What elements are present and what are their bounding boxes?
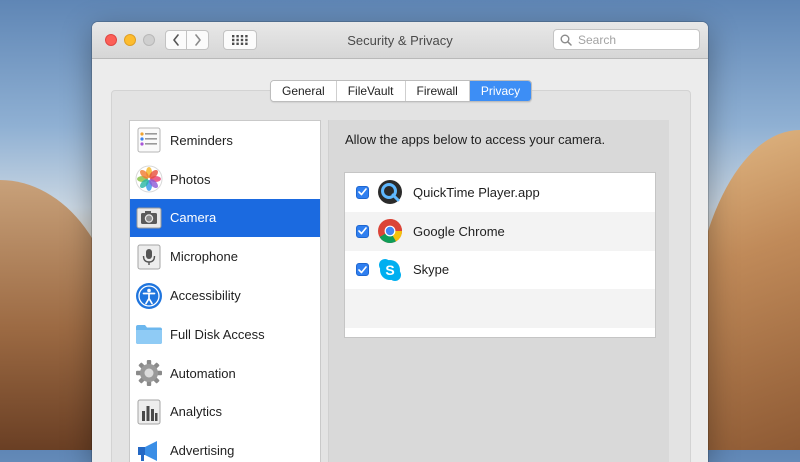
sidebar-item-label: Analytics [170,404,223,420]
sidebar-item-analytics[interactable]: Analytics [130,393,320,432]
search-field[interactable] [553,29,700,50]
sidebar-item-label: Automation [170,365,236,381]
list-item-empty [345,289,655,329]
checkmark-icon [358,227,367,235]
checkmark-icon [358,188,367,196]
sidebar-item-camera[interactable]: Camera [130,198,320,238]
sidebar-item-label: Microphone [170,249,238,265]
sidebar-item-full-disk-access[interactable]: Full Disk Access [130,315,320,354]
chrome-checkbox[interactable] [356,224,369,238]
sidebar-item-label: Accessibility [170,288,241,304]
sidebar-item-microphone[interactable]: Microphone [130,237,320,276]
tab-privacy[interactable]: Privacy [469,81,532,101]
skype-icon: S [377,257,403,283]
sidebar-item-label: Reminders [170,132,233,148]
sidebar-item-reminders[interactable]: Reminders [130,121,320,160]
skype-checkbox[interactable] [356,263,369,277]
list-item-chrome: Google Chrome [345,211,655,251]
sidebar-item-accessibility[interactable]: Accessibility [130,276,320,315]
permission-description: Allow the apps below to access your came… [345,132,606,147]
folder-icon [135,320,163,348]
sidebar-item-label: Photos [170,171,211,187]
preferences-window: Security & Privacy General FileVault Fir… [92,22,708,462]
app-name: Google Chrome [413,223,505,239]
sidebar-item-photos[interactable]: Photos [130,160,320,199]
chrome-icon [377,218,403,244]
checkmark-icon [358,266,367,274]
tab-bar: General FileVault Firewall Privacy [270,80,533,102]
app-name: Skype [413,262,450,278]
tab-general[interactable]: General [271,81,337,101]
sidebar-item-label: Advertising [170,443,235,459]
camera-permissions-pane: Allow the apps below to access your came… [328,120,669,462]
title-bar: Security & Privacy [92,22,708,59]
sidebar-item-automation[interactable]: Automation [130,354,320,393]
app-permission-list: QuickTime Player.app Google Chrome S Sky… [344,172,656,338]
quicktime-icon [377,179,403,205]
sidebar-item-label: Full Disk Access [170,326,265,342]
tab-filevault[interactable]: FileVault [336,81,406,101]
tab-firewall[interactable]: Firewall [405,81,470,101]
megaphone-icon [135,437,163,462]
sidebar-item-advertising[interactable]: Advertising [130,431,320,462]
microphone-icon [135,243,163,271]
search-input[interactable] [576,31,698,48]
analytics-icon [135,398,163,426]
camera-icon [135,204,163,232]
quicktime-checkbox[interactable] [356,185,369,199]
search-icon [560,34,572,46]
reminders-icon [135,126,163,154]
photos-icon [135,165,163,193]
privacy-category-list: Reminders Photos Camera Microphone Acces… [129,120,321,462]
list-item-quicktime: QuickTime Player.app [345,173,655,212]
list-item-skype: S Skype [345,251,655,290]
sidebar-item-label: Camera [170,210,217,226]
accessibility-icon [135,282,163,310]
gear-icon [135,359,163,387]
app-name: QuickTime Player.app [413,184,540,200]
svg-text:S: S [385,262,394,278]
